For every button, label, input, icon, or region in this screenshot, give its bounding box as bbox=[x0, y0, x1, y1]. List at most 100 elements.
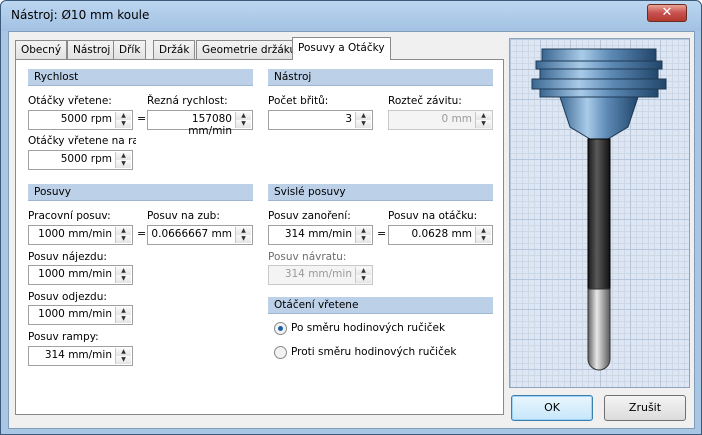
title-bar[interactable]: Nástroj: Ø10 mm koule ✕ bbox=[1, 1, 701, 31]
cancel-button[interactable]: Zrušit bbox=[604, 395, 686, 421]
work-feed-value: 1000 mm/min bbox=[38, 228, 112, 240]
feed-per-rev-spinner[interactable]: ▲ ▼ bbox=[475, 227, 491, 243]
spin-up-icon[interactable]: ▲ bbox=[116, 112, 131, 120]
teeth-count-field[interactable]: 3 ▲ ▼ bbox=[268, 110, 373, 130]
spin-up-icon[interactable]: ▲ bbox=[116, 348, 131, 356]
spin-down-icon[interactable]: ▼ bbox=[356, 120, 371, 128]
retract-feed-spinner[interactable]: ▲ ▼ bbox=[115, 307, 131, 323]
approach-feed-field[interactable]: 1000 mm/min ▲ ▼ bbox=[28, 265, 133, 285]
plunge-feed-value: 314 mm/min bbox=[284, 228, 352, 240]
ramp-spindle-speed-value: 5000 rpm bbox=[60, 153, 112, 165]
work-feed-field[interactable]: 1000 mm/min ▲ ▼ bbox=[28, 225, 133, 245]
tab-obecny[interactable]: Obecný bbox=[15, 40, 68, 59]
approach-feed-label: Posuv nájezdu: bbox=[28, 251, 107, 263]
ramp-spindle-speed-spinner[interactable]: ▲ ▼ bbox=[115, 152, 131, 168]
spin-down-icon[interactable]: ▼ bbox=[236, 235, 251, 243]
return-feed-value: 314 mm/min bbox=[284, 268, 352, 280]
retract-feed-field[interactable]: 1000 mm/min ▲ ▼ bbox=[28, 305, 133, 325]
tab-nastroj[interactable]: Nástroj bbox=[67, 40, 117, 59]
spin-down-icon[interactable]: ▼ bbox=[116, 235, 131, 243]
thread-pitch-label: Rozteč závitu: bbox=[388, 95, 462, 107]
feed-per-tooth-spinner[interactable]: ▲ ▼ bbox=[235, 227, 251, 243]
approach-feed-value: 1000 mm/min bbox=[38, 268, 112, 280]
thread-pitch-value: 0 mm bbox=[441, 113, 472, 125]
spin-up-icon[interactable]: ▲ bbox=[116, 267, 131, 275]
ramp-feed-field[interactable]: 314 mm/min ▲ ▼ bbox=[28, 346, 133, 366]
equals-sign: = bbox=[137, 112, 147, 125]
plunge-feed-label: Posuv zanoření: bbox=[268, 210, 351, 222]
spin-down-icon: ▼ bbox=[356, 275, 371, 283]
spin-up-icon[interactable]: ▲ bbox=[236, 112, 251, 120]
dialog-client-area: Obecný Nástroj Dřík Držák Geometrie držá… bbox=[8, 31, 695, 429]
equals-sign: = bbox=[377, 227, 387, 240]
ramp-spindle-speed-label: Otáčky vřetene na rar bbox=[28, 135, 136, 147]
tab-drik[interactable]: Dřík bbox=[113, 40, 147, 59]
work-feed-label: Pracovní posuv: bbox=[28, 210, 111, 222]
tool-holder bbox=[531, 48, 667, 140]
ramp-feed-value: 314 mm/min bbox=[44, 349, 112, 361]
spin-up-icon: ▲ bbox=[356, 267, 371, 275]
ramp-feed-spinner[interactable]: ▲ ▼ bbox=[115, 348, 131, 364]
section-otaceni-vretene: Otáčení vřetene bbox=[268, 297, 493, 314]
spin-down-icon[interactable]: ▼ bbox=[116, 275, 131, 283]
teeth-count-spinner[interactable]: ▲ ▼ bbox=[355, 112, 371, 128]
spin-up-icon[interactable]: ▲ bbox=[236, 227, 251, 235]
spindle-speed-label: Otáčky vřetene: bbox=[28, 95, 112, 107]
work-feed-spinner[interactable]: ▲ ▼ bbox=[115, 227, 131, 243]
cutting-speed-label: Řezná rychlost: bbox=[147, 95, 228, 107]
spin-up-icon[interactable]: ▲ bbox=[476, 227, 491, 235]
tool-ball-end bbox=[587, 288, 611, 371]
tab-posuvy-a-otacky[interactable]: Posuvy a Otáčky bbox=[292, 37, 391, 60]
spin-down-icon[interactable]: ▼ bbox=[116, 120, 131, 128]
spin-down-icon[interactable]: ▼ bbox=[356, 235, 371, 243]
return-feed-field: 314 mm/min ▲ ▼ bbox=[268, 265, 373, 285]
spin-up-icon[interactable]: ▲ bbox=[116, 227, 131, 235]
feed-per-rev-label: Posuv na otáčku: bbox=[388, 210, 478, 222]
spindle-speed-field[interactable]: 5000 rpm ▲ ▼ bbox=[28, 110, 133, 130]
spin-up-icon: ▲ bbox=[476, 112, 491, 120]
tab-geometrie-drzaku[interactable]: Geometrie držáku bbox=[196, 40, 303, 59]
close-button[interactable]: ✕ bbox=[647, 4, 687, 22]
spin-down-icon[interactable]: ▼ bbox=[476, 235, 491, 243]
tool-preview bbox=[509, 38, 690, 388]
spin-down-icon[interactable]: ▼ bbox=[116, 356, 131, 364]
return-feed-label: Posuv návratu: bbox=[268, 251, 347, 263]
window-title: Nástroj: Ø10 mm koule bbox=[11, 8, 150, 22]
clockwise-label[interactable]: Po směru hodinových ručiček bbox=[291, 322, 445, 334]
spindle-speed-spinner[interactable]: ▲ ▼ bbox=[115, 112, 131, 128]
feed-per-rev-value: 0.0628 mm bbox=[411, 228, 472, 240]
spindle-speed-value: 5000 rpm bbox=[60, 113, 112, 125]
ramp-spindle-speed-field[interactable]: 5000 rpm ▲ ▼ bbox=[28, 150, 133, 170]
thread-pitch-spinner: ▲ ▼ bbox=[475, 112, 491, 128]
teeth-count-value: 3 bbox=[345, 113, 352, 125]
feed-per-rev-field[interactable]: 0.0628 mm ▲ ▼ bbox=[388, 225, 493, 245]
section-svisle-posuvy: Svislé posuvy bbox=[268, 184, 493, 201]
cutting-speed-field[interactable]: 157080 mm/min ▲ ▼ bbox=[147, 110, 253, 137]
return-feed-spinner: ▲ ▼ bbox=[355, 267, 371, 283]
spin-up-icon[interactable]: ▲ bbox=[356, 112, 371, 120]
plunge-feed-field[interactable]: 314 mm/min ▲ ▼ bbox=[268, 225, 373, 245]
spin-down-icon[interactable]: ▼ bbox=[116, 315, 131, 323]
ok-button[interactable]: OK bbox=[511, 395, 593, 421]
spin-up-icon[interactable]: ▲ bbox=[356, 227, 371, 235]
feed-per-tooth-value: 0.0666667 mm bbox=[151, 228, 232, 240]
ramp-feed-label: Posuv rampy: bbox=[28, 331, 99, 343]
section-posuvy: Posuvy bbox=[28, 184, 253, 201]
radio-clockwise[interactable] bbox=[274, 322, 287, 335]
spin-up-icon[interactable]: ▲ bbox=[116, 152, 131, 160]
close-icon: ✕ bbox=[661, 5, 673, 20]
dialog-window: Nástroj: Ø10 mm koule ✕ Obecný Nástroj D… bbox=[0, 0, 702, 435]
radio-counter-clockwise[interactable] bbox=[274, 346, 287, 359]
spin-up-icon[interactable]: ▲ bbox=[116, 307, 131, 315]
counter-clockwise-label[interactable]: Proti směru hodinových ručiček bbox=[291, 346, 456, 358]
approach-feed-spinner[interactable]: ▲ ▼ bbox=[115, 267, 131, 283]
teeth-count-label: Počet břitů: bbox=[268, 95, 329, 107]
spin-down-icon[interactable]: ▼ bbox=[236, 120, 251, 128]
equals-sign: = bbox=[137, 227, 147, 240]
cutting-speed-spinner[interactable]: ▲ ▼ bbox=[235, 112, 251, 128]
plunge-feed-spinner[interactable]: ▲ ▼ bbox=[355, 227, 371, 243]
spin-down-icon[interactable]: ▼ bbox=[116, 160, 131, 168]
feed-per-tooth-field[interactable]: 0.0666667 mm ▲ ▼ bbox=[147, 225, 253, 245]
section-rychlost: Rychlost bbox=[28, 69, 253, 86]
tab-drzak[interactable]: Držák bbox=[153, 40, 196, 59]
